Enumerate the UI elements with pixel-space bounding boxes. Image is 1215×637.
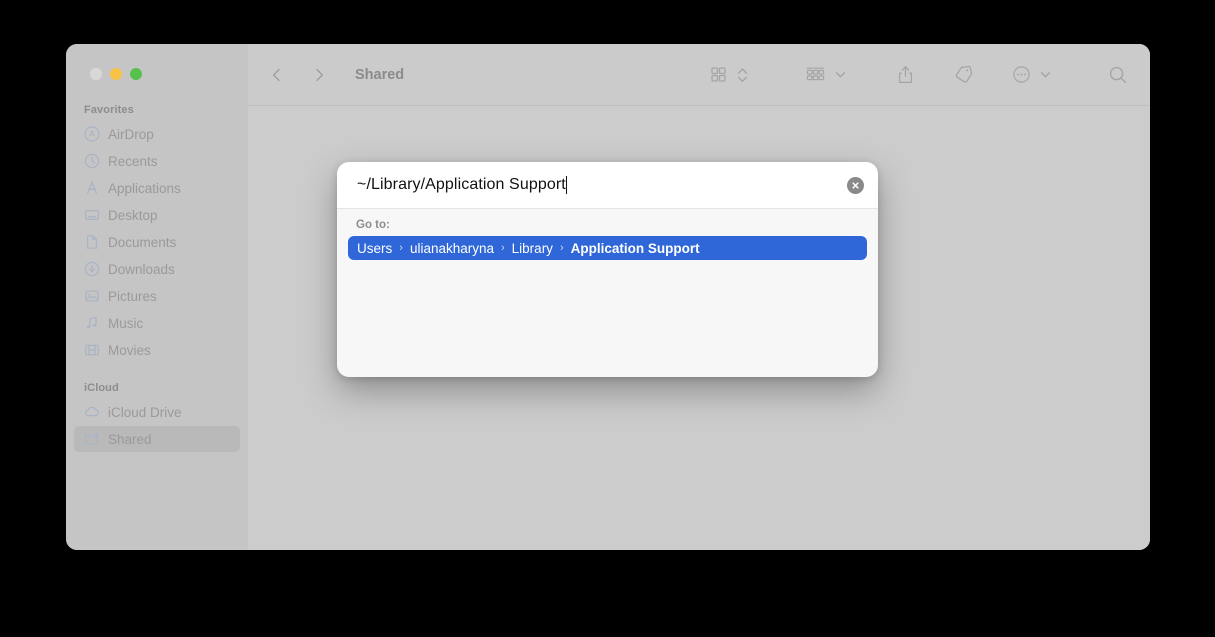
- share-icon[interactable]: [894, 62, 917, 88]
- clock-icon: [83, 153, 100, 170]
- minimize-button[interactable]: [110, 68, 122, 80]
- page-title: Shared: [355, 66, 405, 83]
- chevron-updown-icon[interactable]: [734, 62, 751, 88]
- breadcrumb-segment-current: Application Support: [570, 240, 700, 256]
- sidebar: Favorites AirDrop Recents Applications D…: [66, 44, 248, 550]
- sidebar-item-label: Pictures: [108, 288, 157, 304]
- desktop-icon: [83, 207, 100, 224]
- search-icon[interactable]: [1106, 62, 1130, 88]
- maximize-button[interactable]: [130, 68, 142, 80]
- path-input-value[interactable]: ~/Library/Application Support: [357, 176, 566, 194]
- close-button[interactable]: [90, 68, 102, 80]
- sidebar-item-movies[interactable]: Movies: [74, 337, 240, 363]
- applications-icon: [83, 180, 100, 197]
- forward-button[interactable]: [308, 64, 330, 86]
- sidebar-item-label: AirDrop: [108, 126, 154, 142]
- text-cursor: [565, 176, 568, 194]
- sidebar-item-label: iCloud Drive: [108, 404, 182, 420]
- path-input-row[interactable]: ~/Library/Application Support: [337, 162, 878, 209]
- movies-icon: [83, 342, 100, 359]
- sidebar-item-applications[interactable]: Applications: [74, 175, 240, 201]
- window-controls: [66, 44, 248, 96]
- sidebar-item-label: Documents: [108, 234, 177, 250]
- breadcrumb-segment: Library: [511, 240, 553, 256]
- download-icon: [83, 261, 100, 278]
- sidebar-item-label: Recents: [108, 153, 158, 169]
- sidebar-item-documents[interactable]: Documents: [74, 229, 240, 255]
- breadcrumb-segment: Users: [357, 240, 393, 256]
- sidebar-item-shared[interactable]: Shared: [74, 426, 240, 452]
- toolbar: Shared: [248, 44, 1150, 106]
- navigation-controls: [266, 64, 330, 86]
- ellipsis-circle-icon[interactable]: [1010, 62, 1033, 88]
- sidebar-group-icloud-title: iCloud: [84, 382, 119, 394]
- go-to-label: Go to:: [356, 219, 390, 231]
- suggestion-row[interactable]: Users › ulianakharyna › Library › Applic…: [348, 236, 867, 260]
- group-by-icon[interactable]: [803, 62, 828, 88]
- sidebar-item-label: Music: [108, 315, 144, 331]
- document-icon: [83, 234, 100, 251]
- breadcrumb-segment: ulianakharyna: [409, 240, 494, 256]
- sidebar-item-label: Desktop: [108, 207, 158, 223]
- breadcrumb-separator: ›: [501, 242, 505, 254]
- sidebar-item-music[interactable]: Music: [74, 310, 240, 336]
- pictures-icon: [83, 288, 100, 305]
- sidebar-item-label: Downloads: [108, 261, 175, 277]
- group-by-control[interactable]: [803, 62, 849, 88]
- sidebar-item-airdrop[interactable]: AirDrop: [74, 121, 240, 147]
- chevron-down-icon[interactable]: [832, 62, 849, 88]
- chevron-down-icon[interactable]: [1037, 62, 1054, 88]
- sidebar-group-favorites-title: Favorites: [84, 104, 134, 116]
- breadcrumb-separator: ›: [559, 242, 564, 254]
- clear-input-button[interactable]: [847, 176, 864, 194]
- sidebar-item-recents[interactable]: Recents: [74, 148, 240, 174]
- sidebar-item-pictures[interactable]: Pictures: [74, 283, 240, 309]
- view-switcher[interactable]: [707, 62, 751, 88]
- sidebar-item-label: Shared: [108, 431, 152, 447]
- go-to-folder-dialog: ~/Library/Application Support Go to: Use…: [337, 162, 878, 377]
- sidebar-item-icloud-drive[interactable]: iCloud Drive: [74, 399, 240, 425]
- cloud-icon: [83, 404, 100, 421]
- tag-icon[interactable]: [951, 62, 976, 88]
- music-note-icon: [83, 315, 100, 332]
- sidebar-item-label: Applications: [108, 180, 181, 196]
- sidebar-item-desktop[interactable]: Desktop: [74, 202, 240, 228]
- icon-view-icon[interactable]: [707, 62, 730, 88]
- sidebar-item-label: Movies: [108, 342, 151, 358]
- sidebar-item-downloads[interactable]: Downloads: [74, 256, 240, 282]
- back-button[interactable]: [266, 64, 288, 86]
- breadcrumb-separator: ›: [399, 242, 403, 254]
- suggestions-area: Go to: Users › ulianakharyna › Library ›…: [337, 209, 878, 260]
- more-actions-control[interactable]: [1010, 62, 1054, 88]
- airdrop-icon: [83, 126, 100, 143]
- shared-folder-icon: [83, 431, 100, 448]
